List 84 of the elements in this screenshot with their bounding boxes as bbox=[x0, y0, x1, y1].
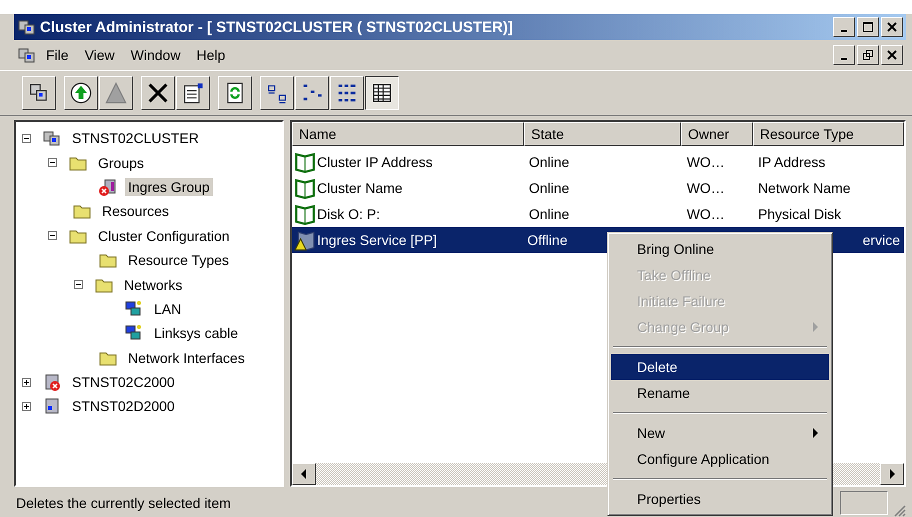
table-cell: WO… bbox=[686, 206, 725, 222]
arrow-up-icon bbox=[69, 81, 93, 105]
table-cell: Network Name bbox=[758, 180, 851, 196]
tree-item[interactable]: STNST02C2000 bbox=[69, 373, 178, 392]
tree-item[interactable]: Resource Types bbox=[125, 251, 232, 270]
minimize-icon bbox=[841, 30, 847, 32]
table-cell: Online bbox=[528, 206, 570, 222]
table-cell: Cluster Name bbox=[317, 180, 403, 196]
expander-toggle[interactable] bbox=[74, 280, 83, 290]
tree-item[interactable]: Networks bbox=[121, 276, 186, 294]
left-arrow-icon bbox=[301, 469, 307, 479]
menu-item[interactable]: File bbox=[40, 47, 75, 63]
cluster-icon bbox=[18, 18, 36, 36]
minimize-button[interactable] bbox=[833, 17, 855, 37]
warning-book-icon bbox=[294, 229, 316, 251]
column-header[interactable]: Owner bbox=[680, 122, 753, 146]
status-panel bbox=[840, 491, 888, 515]
table-cell: ervice bbox=[862, 232, 900, 248]
status-text: Deletes the currently selected item bbox=[16, 495, 231, 511]
menu-item[interactable]: Delete bbox=[611, 354, 829, 380]
table-cell: IP Address bbox=[758, 154, 826, 170]
tree-item[interactable]: Linksys cable bbox=[151, 324, 242, 342]
delete-icon bbox=[146, 81, 170, 105]
server-error-icon bbox=[43, 373, 61, 392]
table-cell: Ingres Service [PP] bbox=[317, 232, 437, 248]
close-icon bbox=[887, 22, 897, 32]
tree-item[interactable]: LAN bbox=[151, 300, 184, 318]
maximize-icon bbox=[863, 22, 873, 32]
tree-item[interactable]: Groups bbox=[95, 154, 147, 172]
table-cell: WO… bbox=[686, 180, 725, 196]
close-icon bbox=[887, 50, 897, 60]
menu-item[interactable]: Window bbox=[124, 47, 186, 63]
table-cell: Online bbox=[528, 180, 570, 196]
network-icon bbox=[125, 300, 143, 318]
triangle-icon bbox=[104, 81, 128, 105]
table-cell: Disk O: P: bbox=[317, 206, 380, 222]
book-icon bbox=[294, 151, 316, 173]
properties-icon bbox=[181, 81, 205, 105]
table-cell: Offline bbox=[527, 232, 568, 248]
restore-button[interactable] bbox=[857, 45, 879, 65]
restore-icon bbox=[863, 50, 873, 60]
book-icon bbox=[294, 177, 316, 199]
table-cell: Cluster IP Address bbox=[317, 154, 433, 170]
tree-item[interactable]: STNST02CLUSTER bbox=[69, 129, 202, 148]
cluster-icon bbox=[43, 129, 61, 148]
window-title: Cluster Administrator - [ STNST02CLUSTER ( STNST02CLUSTER)] bbox=[40, 18, 513, 36]
table-cell: Physical Disk bbox=[758, 206, 842, 222]
minimize-icon bbox=[841, 58, 847, 60]
expander-toggle[interactable] bbox=[22, 134, 31, 143]
menu-item[interactable]: Properties bbox=[611, 486, 829, 512]
expander-toggle[interactable] bbox=[48, 158, 57, 168]
column-header[interactable]: State bbox=[524, 122, 681, 146]
tree-item[interactable]: Resources bbox=[99, 202, 172, 220]
close-button[interactable] bbox=[881, 45, 903, 65]
close-button[interactable] bbox=[881, 17, 903, 37]
right-arrow-icon bbox=[889, 469, 895, 479]
maximize-button[interactable] bbox=[857, 17, 879, 37]
tree-item[interactable]: Cluster Configuration bbox=[95, 226, 233, 245]
minimize-button[interactable] bbox=[833, 45, 855, 65]
network-icon bbox=[125, 324, 143, 342]
expander-toggle[interactable] bbox=[22, 402, 31, 411]
menu-item[interactable]: View bbox=[78, 47, 121, 63]
scroll-left-button[interactable] bbox=[292, 463, 316, 485]
expander-toggle[interactable] bbox=[22, 378, 31, 387]
column-header[interactable]: Resource Type bbox=[752, 122, 904, 146]
toolbar-button[interactable] bbox=[365, 76, 399, 110]
expander-toggle[interactable] bbox=[48, 231, 57, 240]
menu-item[interactable]: Configure Application bbox=[611, 446, 829, 472]
group-error-icon bbox=[99, 178, 117, 196]
column-header[interactable]: Name bbox=[292, 122, 524, 146]
table-cell: WO… bbox=[686, 154, 725, 170]
server-icon bbox=[43, 397, 61, 416]
tree-item[interactable]: STNST02D2000 bbox=[69, 397, 178, 416]
details-icon bbox=[370, 81, 394, 105]
resize-grip-icon bbox=[892, 503, 906, 517]
menu-item[interactable]: Rename bbox=[611, 380, 829, 406]
cluster-icon bbox=[18, 46, 36, 64]
book-icon bbox=[294, 203, 316, 225]
tree-item[interactable]: Network Interfaces bbox=[125, 348, 248, 367]
menu-item[interactable]: New bbox=[611, 420, 829, 446]
tree-item[interactable]: Ingres Group bbox=[125, 178, 213, 196]
menu-item[interactable]: Help bbox=[190, 47, 232, 63]
table-cell: Online bbox=[528, 154, 570, 170]
scroll-right-button[interactable] bbox=[880, 463, 904, 485]
